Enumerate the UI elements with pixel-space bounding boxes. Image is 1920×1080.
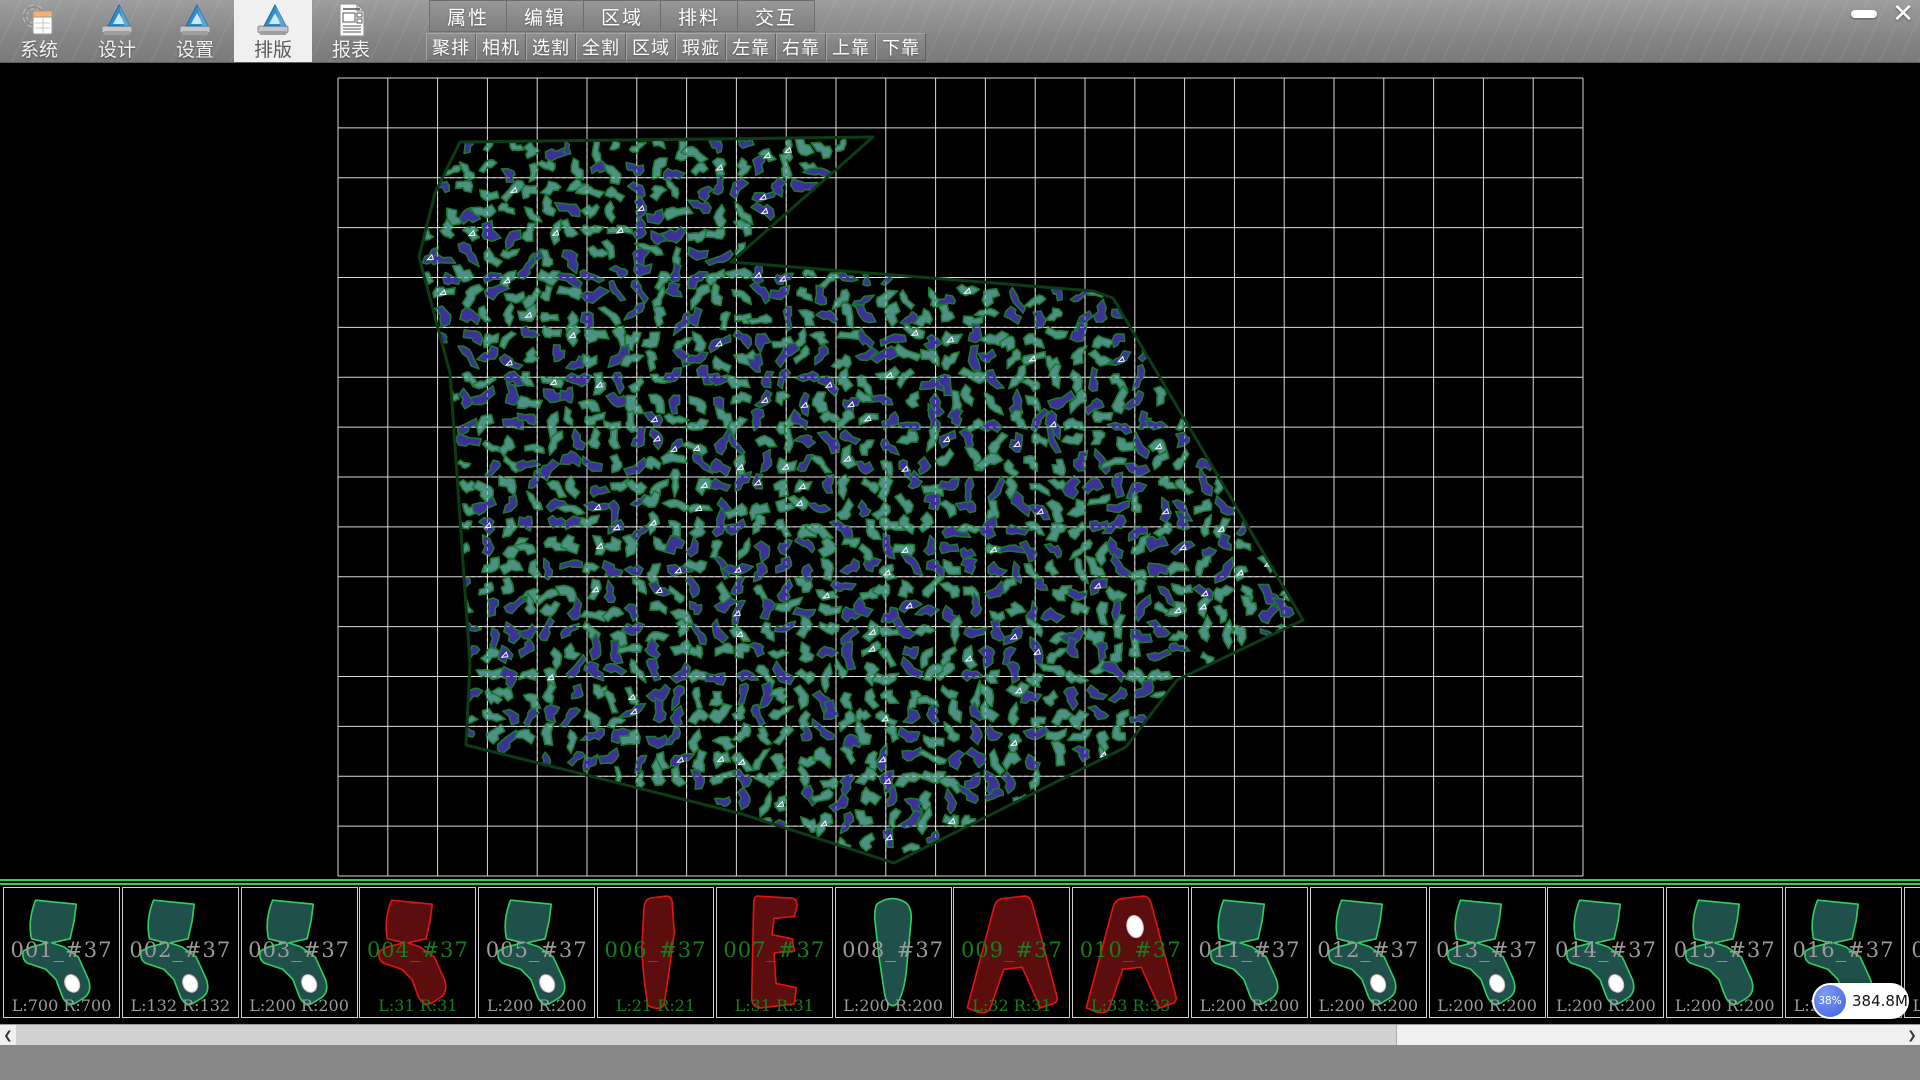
menu-tab-1[interactable]: 属性 bbox=[429, 0, 507, 32]
piece-thumbnail-011[interactable]: 011_#37 L:200 R:200 bbox=[1191, 887, 1308, 1018]
menu-tab-4[interactable]: 排料 bbox=[660, 0, 738, 32]
piece-lr-count: L:200 R:200 bbox=[1548, 996, 1663, 1015]
tool-button-4[interactable]: 全割 bbox=[576, 33, 626, 61]
piece-name: 015_#37 bbox=[1667, 938, 1782, 962]
piece-name: 007_#37 bbox=[717, 938, 832, 962]
tool-row: 聚排相机选割全割区域瑕疵左靠右靠上靠下靠 bbox=[426, 33, 926, 61]
piece-lr-count: L:200 R:200 bbox=[836, 996, 951, 1015]
scroll-left-icon[interactable]: ❮ bbox=[0, 1025, 16, 1045]
piece-name: 003_#37 bbox=[242, 938, 357, 962]
piece-thumbnail-015[interactable]: 015_#37 L:200 R:200 bbox=[1666, 887, 1783, 1018]
nested-pieces[interactable] bbox=[421, 134, 1294, 853]
strip-top-lines bbox=[0, 879, 1920, 886]
app-button-design[interactable]: 设计 bbox=[78, 0, 156, 62]
scroll-right-icon[interactable]: ❯ bbox=[1904, 1025, 1920, 1045]
piece-name: 001_#37 bbox=[4, 938, 119, 962]
piece-name: 012_#37 bbox=[1311, 938, 1426, 962]
piece-thumbnail-013[interactable]: 013_#37 L:200 R:200 bbox=[1429, 887, 1546, 1018]
tool-button-9[interactable]: 上靠 bbox=[826, 33, 876, 61]
tool-button-10[interactable]: 下靠 bbox=[876, 33, 926, 61]
piece-thumbnail-008[interactable]: 008_#37 L:200 R:200 bbox=[835, 887, 952, 1018]
piece-lr-count: L:21 R:21 bbox=[598, 996, 713, 1015]
piece-thumbnail-002[interactable]: 002_#37 L:132 R:132 bbox=[122, 887, 239, 1018]
horizontal-scrollbar[interactable]: ❮ ❯ bbox=[0, 1024, 1920, 1045]
piece-lr-count: L:200 R:200 bbox=[242, 996, 357, 1015]
piece-name: 006_#37 bbox=[598, 938, 713, 962]
memory-badge: 38% 384.8M bbox=[1812, 983, 1909, 1019]
piece-thumbnail-007[interactable]: 007_#37 L:31 R:31 bbox=[716, 887, 833, 1018]
status-bar bbox=[0, 1045, 1920, 1080]
menu-tab-3[interactable]: 区域 bbox=[583, 0, 661, 32]
tool-button-2[interactable]: 相机 bbox=[476, 33, 526, 61]
piece-thumbnail-012[interactable]: 012_#37 L:200 R:200 bbox=[1310, 887, 1427, 1018]
piece-name: 010_#37 bbox=[1073, 938, 1188, 962]
piece-name: 008_#37 bbox=[836, 938, 951, 962]
piece-name: 014_#37 bbox=[1548, 938, 1663, 962]
piece-lr-count: L:200 R:200 bbox=[479, 996, 594, 1015]
piece-lr-count: L:31 R:31 bbox=[717, 996, 832, 1015]
app-button-system[interactable]: 系统 bbox=[0, 0, 78, 62]
piece-thumbnail-003[interactable]: 003_#37 L:200 R:200 bbox=[241, 887, 358, 1018]
piece-name: 009_#37 bbox=[954, 938, 1069, 962]
memory-percent-badge: 38% bbox=[1814, 985, 1846, 1017]
piece-name: 017_#37 bbox=[1905, 938, 1920, 962]
app-button-report[interactable]: 报表 bbox=[312, 0, 390, 62]
minimize-button[interactable] bbox=[1848, 4, 1880, 24]
nesting-canvas[interactable] bbox=[0, 62, 1920, 878]
piece-thumbnail-010[interactable]: 010_#37 L:33 R:33 bbox=[1072, 887, 1189, 1018]
app-switcher: 系统 设计 设置 排版 报表 bbox=[0, 0, 390, 62]
tool-button-5[interactable]: 区域 bbox=[626, 33, 676, 61]
close-icon[interactable]: ✕ bbox=[1892, 2, 1914, 26]
app-button-settings[interactable]: 设置 bbox=[156, 0, 234, 62]
canvas-svg bbox=[0, 62, 1920, 878]
piece-thumbnail-009[interactable]: 009_#37 L:32 R:31 bbox=[953, 887, 1070, 1018]
piece-lr-count: L:200 R:200 bbox=[1311, 996, 1426, 1015]
tool-button-7[interactable]: 左靠 bbox=[726, 33, 776, 61]
piece-lr-count: L:200 R:200 bbox=[1430, 996, 1545, 1015]
tool-button-8[interactable]: 右靠 bbox=[776, 33, 826, 61]
piece-thumbnail-strip: 001_#37L:700 R:700002_#37L:132 R:132003_… bbox=[0, 878, 1920, 1024]
menu-row: 属性编辑区域排料交互 bbox=[430, 0, 815, 33]
menu-tab-5[interactable]: 交互 bbox=[737, 0, 815, 32]
tool-button-6[interactable]: 瑕疵 bbox=[676, 33, 726, 61]
piece-lr-count: L:700 R:700 bbox=[4, 996, 119, 1015]
nesting-icon bbox=[255, 0, 291, 40]
piece-name: 013_#37 bbox=[1430, 938, 1545, 962]
window-controls: ✕ bbox=[1848, 2, 1914, 26]
piece-lr-count: L:132 R:132 bbox=[123, 996, 238, 1015]
piece-lr-count: L:200 R:200 bbox=[1667, 996, 1782, 1015]
app-window: 系统设计设置排版报表 属性编辑区域排料交互 聚排相机选割全割区域瑕疵左靠右靠上靠… bbox=[0, 0, 1920, 1080]
memory-value: 384.8M bbox=[1852, 983, 1908, 1019]
menu-tab-2[interactable]: 编辑 bbox=[506, 0, 584, 32]
tool-button-3[interactable]: 选割 bbox=[526, 33, 576, 61]
app-button-label: 排版 bbox=[254, 40, 292, 61]
piece-name: 011_#37 bbox=[1192, 938, 1307, 962]
piece-name: 016_#37 bbox=[1786, 938, 1901, 962]
app-button-label: 设计 bbox=[98, 40, 136, 61]
design-icon bbox=[99, 0, 135, 40]
piece-lr-count: L:32 R:31 bbox=[954, 996, 1069, 1015]
scrollbar-thumb[interactable] bbox=[16, 1025, 1397, 1045]
system-icon bbox=[21, 0, 57, 40]
piece-lr-count: L:33 R:33 bbox=[1073, 996, 1188, 1015]
piece-name: 005_#37 bbox=[479, 938, 594, 962]
app-button-label: 系统 bbox=[20, 40, 58, 61]
piece-lr-count: L:31 R:31 bbox=[360, 996, 475, 1015]
piece-name: 004_#37 bbox=[360, 938, 475, 962]
settings-icon bbox=[177, 0, 213, 40]
titlebar: 系统设计设置排版报表 属性编辑区域排料交互 聚排相机选割全割区域瑕疵左靠右靠上靠… bbox=[0, 0, 1920, 63]
minimize-icon bbox=[1851, 10, 1877, 18]
tool-button-1[interactable]: 聚排 bbox=[426, 33, 476, 61]
piece-thumbnail-006[interactable]: 006_#37 L:21 R:21 bbox=[597, 887, 714, 1018]
piece-name: 002_#37 bbox=[123, 938, 238, 962]
piece-lr-count: L:200 R:200 bbox=[1192, 996, 1307, 1015]
app-button-label: 设置 bbox=[176, 40, 214, 61]
piece-thumbnail-001[interactable]: 001_#37 L:700 R:700 bbox=[3, 887, 120, 1018]
piece-thumbnail-004[interactable]: 004_#37 L:31 R:31 bbox=[359, 887, 476, 1018]
app-button-label: 报表 bbox=[332, 40, 370, 61]
piece-thumbnail-005[interactable]: 005_#37 L:200 R:200 bbox=[478, 887, 595, 1018]
report-icon bbox=[333, 0, 369, 40]
piece-thumbnail-014[interactable]: 014_#37 L:200 R:200 bbox=[1547, 887, 1664, 1018]
app-button-nesting[interactable]: 排版 bbox=[234, 0, 312, 62]
